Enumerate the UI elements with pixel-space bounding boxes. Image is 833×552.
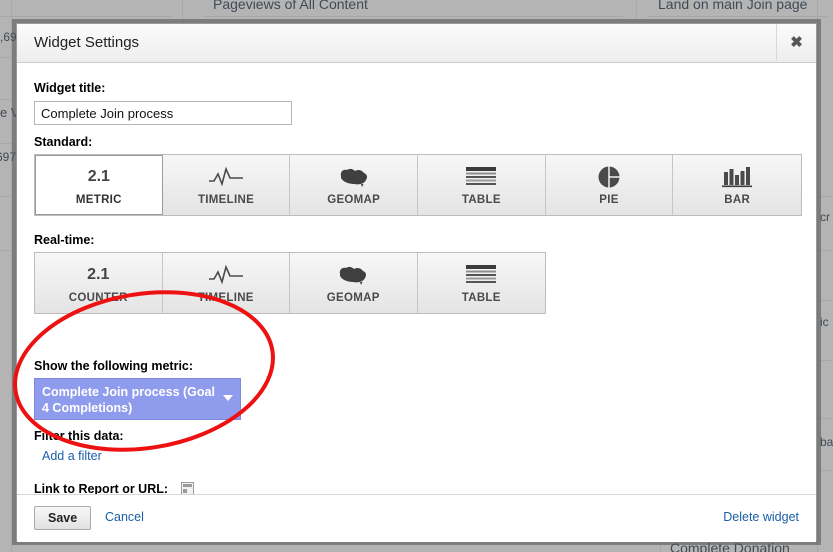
widget-title-label: Widget title:	[34, 81, 106, 95]
background-rule	[818, 470, 833, 471]
widget-type-bar[interactable]: BAR	[673, 155, 802, 215]
widget-type-pie[interactable]: PIE	[545, 155, 674, 215]
metric-icon: 2.1	[87, 167, 110, 185]
background-rule	[818, 360, 833, 361]
widget-type-table[interactable]: TABLE	[418, 155, 546, 215]
table-icon	[464, 165, 498, 189]
widget-type-label: GEOMAP	[326, 291, 380, 304]
background-text-fragment: ,69	[0, 30, 17, 44]
background-rule	[818, 196, 833, 197]
filter-label: Filter this data:	[34, 429, 124, 443]
widget-type-label: METRIC	[75, 193, 122, 206]
widget-type-geomap[interactable]: GEOMAP	[290, 155, 419, 215]
background-rule	[0, 16, 172, 17]
background-text-fragment: cr	[820, 210, 830, 224]
background-rule	[0, 250, 11, 251]
widget-type-label: TABLE	[461, 193, 501, 206]
background-rule	[818, 418, 833, 419]
widget-type-label: BAR	[724, 193, 751, 206]
background-divider	[11, 0, 12, 552]
widget-type-realtime-timeline[interactable]: TIMELINE	[162, 253, 290, 313]
background-divider	[182, 0, 183, 23]
widget-type-counter[interactable]: 2.1 COUNTER	[35, 253, 163, 313]
counter-icon: 2.1	[87, 265, 110, 283]
geomap-icon	[336, 263, 370, 287]
widget-settings-dialog: Widget Settings ✖ Widget title: Standard…	[16, 23, 817, 542]
widget-type-metric[interactable]: 2.1 METRIC	[35, 155, 163, 215]
dialog-footer: Save Cancel Delete widget	[17, 494, 816, 542]
save-button[interactable]: Save	[34, 506, 92, 530]
table-icon	[464, 263, 498, 287]
background-widget-title: Land on main Join page	[658, 0, 808, 12]
background-text-fragment: ba	[820, 435, 833, 449]
widget-type-timeline[interactable]: TIMELINE	[162, 155, 291, 215]
cancel-link[interactable]: Cancel	[105, 510, 144, 524]
widget-type-realtime-table[interactable]: TABLE	[417, 253, 545, 313]
delete-widget-link[interactable]: Delete widget	[723, 510, 799, 524]
widget-type-label: COUNTER	[68, 291, 128, 304]
background-text-fragment: 697	[0, 150, 17, 164]
timeline-icon	[207, 165, 245, 189]
realtime-section-label: Real-time:	[34, 233, 95, 247]
add-filter-link[interactable]: Add a filter	[42, 449, 102, 463]
geomap-icon	[337, 165, 371, 189]
background-rule	[648, 16, 828, 17]
pie-icon	[596, 165, 622, 189]
close-icon[interactable]: ✖	[776, 24, 816, 61]
background-rule	[818, 300, 833, 301]
metric-select[interactable]: Complete Join process (Goal 4 Completion…	[34, 378, 241, 420]
chevron-down-icon	[223, 395, 233, 401]
background-rule	[0, 57, 11, 58]
background-widget-title: Pageviews of All Content	[213, 0, 368, 12]
background-rule	[203, 16, 623, 17]
timeline-icon	[207, 263, 245, 287]
background-rule	[0, 99, 11, 100]
metric-select-value: Complete Join process (Goal 4 Completion…	[42, 385, 215, 415]
dialog-titlebar: Widget Settings ✖	[17, 24, 816, 63]
background-rule	[0, 143, 11, 144]
dialog-title: Widget Settings	[34, 34, 140, 51]
metric-label: Show the following metric:	[34, 359, 194, 373]
background-rule	[818, 250, 833, 251]
standard-section-label: Standard:	[34, 135, 93, 149]
standard-widget-type-group: 2.1 METRIC TIMELINE GEOMAP TABLE PIE BAR	[34, 154, 802, 216]
background-rule	[0, 196, 11, 197]
bar-icon	[721, 165, 753, 189]
widget-type-realtime-geomap[interactable]: GEOMAP	[290, 253, 418, 313]
realtime-widget-type-group: 2.1 COUNTER TIMELINE GEOMAP TABLE	[34, 252, 546, 314]
widget-title-input[interactable]	[34, 101, 292, 125]
background-text-fragment: ic	[820, 315, 829, 329]
widget-type-label: TIMELINE	[197, 291, 254, 304]
widget-type-label: PIE	[599, 193, 619, 206]
dialog-body: Widget title: Standard: 2.1 METRIC TIMEL…	[17, 63, 816, 542]
widget-type-label: TABLE	[461, 291, 501, 304]
widget-type-label: TIMELINE	[197, 193, 255, 206]
background-divider	[636, 0, 637, 23]
widget-type-label: GEOMAP	[327, 193, 381, 206]
